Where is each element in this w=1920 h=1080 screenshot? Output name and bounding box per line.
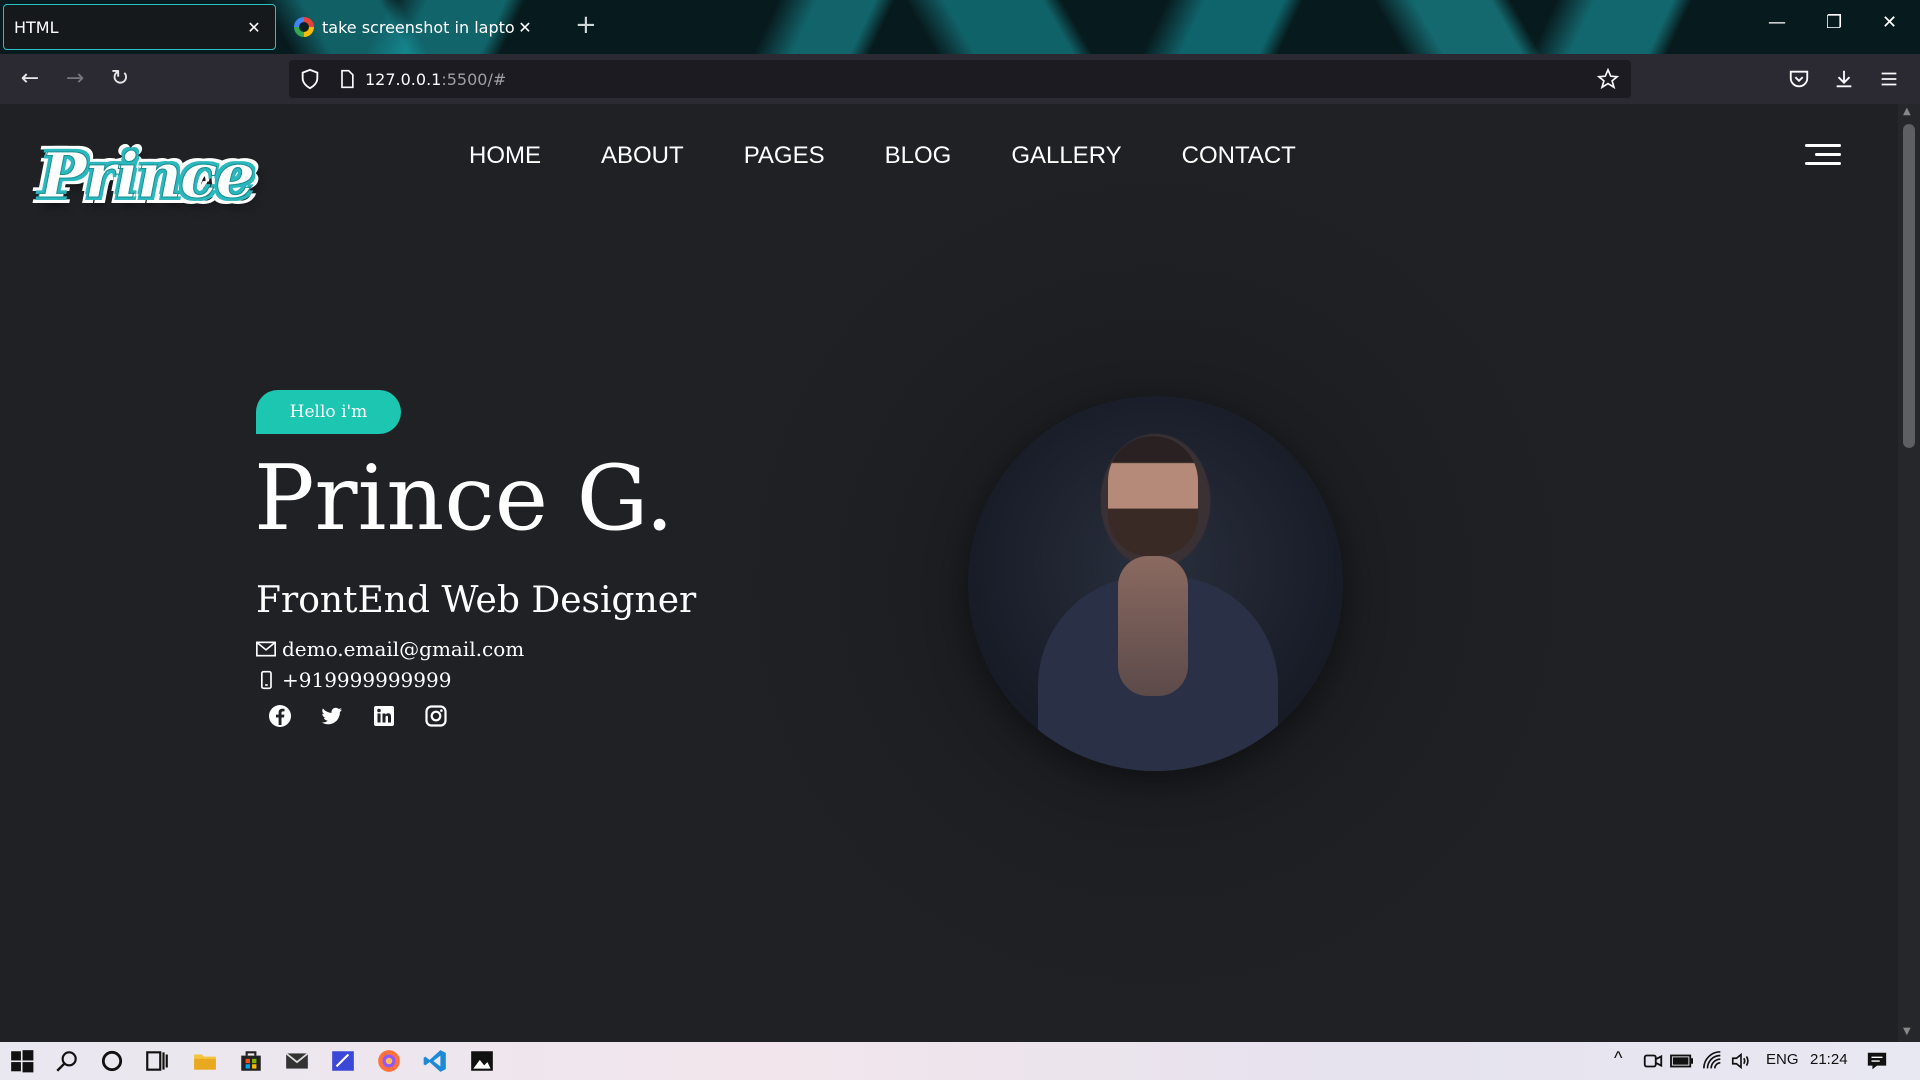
email-line: demo.email@gmail.com [256, 637, 524, 661]
phone-text[interactable]: +919999999999 [282, 668, 451, 692]
back-icon[interactable]: ← [14, 64, 46, 94]
site-logo[interactable]: Prince [40, 136, 256, 216]
email-text[interactable]: demo.email@gmail.com [282, 637, 524, 661]
linkedin-icon[interactable] [372, 704, 396, 728]
photos-icon[interactable] [469, 1048, 495, 1074]
address-bar[interactable]: 127.0.0.1:5500/# [289, 60, 1631, 98]
mail-icon[interactable] [284, 1048, 310, 1074]
close-icon[interactable]: ✕ [514, 18, 536, 37]
vscode-icon[interactable] [422, 1048, 448, 1074]
store-icon[interactable] [238, 1048, 264, 1074]
url-path: :5500/# [441, 69, 507, 89]
twitter-icon[interactable] [320, 704, 344, 728]
web-page: Prince HOME ABOUT PAGES BLOG GALLERY CON… [0, 104, 1898, 1042]
close-window-icon[interactable]: ✕ [1882, 12, 1897, 33]
battery-icon[interactable] [1670, 1050, 1694, 1072]
scroll-thumb[interactable] [1903, 124, 1915, 448]
wifi-icon[interactable] [1702, 1050, 1724, 1072]
forward-icon[interactable]: → [59, 64, 91, 94]
google-icon [294, 17, 314, 37]
search-icon[interactable] [54, 1048, 80, 1074]
notifications-icon[interactable] [1866, 1050, 1888, 1072]
nav-home[interactable]: HOME [469, 142, 541, 170]
nav-blog[interactable]: BLOG [885, 142, 952, 170]
social-links [268, 704, 448, 728]
nav-gallery[interactable]: GALLERY [1011, 142, 1121, 170]
restore-icon[interactable]: ❐ [1826, 12, 1842, 33]
browser-toolbar: ← → ↻ 127.0.0.1:5500/# [0, 54, 1920, 104]
tab-screenshot-search[interactable]: take screenshot in laptop windo ✕ [284, 4, 546, 50]
cortana-icon[interactable] [99, 1048, 125, 1074]
menu-icon[interactable] [1878, 68, 1900, 90]
tab-title: take screenshot in laptop windo [322, 17, 514, 37]
page-scrollbar[interactable]: ▲ ▼ [1898, 104, 1920, 1042]
scroll-up-icon[interactable]: ▲ [1903, 106, 1911, 117]
phone-icon [261, 670, 272, 690]
meet-now-icon[interactable] [1642, 1050, 1664, 1072]
scroll-down-icon[interactable]: ▼ [1903, 1026, 1911, 1037]
url-host: 127.0.0.1 [365, 69, 442, 89]
nav-about[interactable]: ABOUT [601, 142, 684, 170]
notes-app-icon[interactable] [330, 1048, 356, 1074]
greeting-badge: Hello i'm [256, 390, 401, 434]
taskbar: ^ ENG 21:24 [0, 1042, 1920, 1080]
volume-icon[interactable] [1730, 1050, 1752, 1072]
hamburger-menu-icon[interactable] [1805, 144, 1841, 166]
hero-role: FrontEnd Web Designer [256, 580, 697, 621]
language-indicator[interactable]: ENG [1766, 1051, 1799, 1068]
profile-photo [968, 396, 1343, 771]
envelope-icon [256, 641, 276, 657]
phone-line: +919999999999 [256, 668, 451, 692]
bookmark-star-icon[interactable] [1597, 68, 1619, 90]
file-explorer-icon[interactable] [192, 1048, 218, 1074]
main-nav: HOME ABOUT PAGES BLOG GALLERY CONTACT [469, 142, 1356, 170]
close-icon[interactable]: ✕ [243, 18, 265, 37]
nav-pages[interactable]: PAGES [744, 142, 825, 170]
task-view-icon[interactable] [144, 1048, 170, 1074]
instagram-icon[interactable] [424, 704, 448, 728]
page-icon [341, 69, 354, 89]
clock[interactable]: 21:24 [1810, 1051, 1848, 1068]
minimize-icon[interactable]: — [1768, 12, 1786, 33]
shield-icon[interactable] [299, 68, 321, 90]
facebook-icon[interactable] [268, 704, 292, 728]
tab-strip: HTML ✕ take screenshot in laptop windo ✕… [0, 0, 1920, 54]
download-icon[interactable] [1833, 68, 1855, 90]
windows-start-icon[interactable] [9, 1048, 35, 1074]
reload-icon[interactable]: ↻ [104, 64, 136, 94]
tab-html[interactable]: HTML ✕ [3, 4, 276, 50]
firefox-icon[interactable] [376, 1048, 402, 1074]
pocket-icon[interactable] [1788, 68, 1810, 90]
chevron-up-icon[interactable]: ^ [1614, 1048, 1622, 1069]
tab-title: HTML [14, 17, 59, 37]
hero-name: Prince G. [254, 446, 674, 551]
nav-contact[interactable]: CONTACT [1182, 142, 1296, 170]
new-tab-button[interactable]: + [575, 12, 597, 38]
